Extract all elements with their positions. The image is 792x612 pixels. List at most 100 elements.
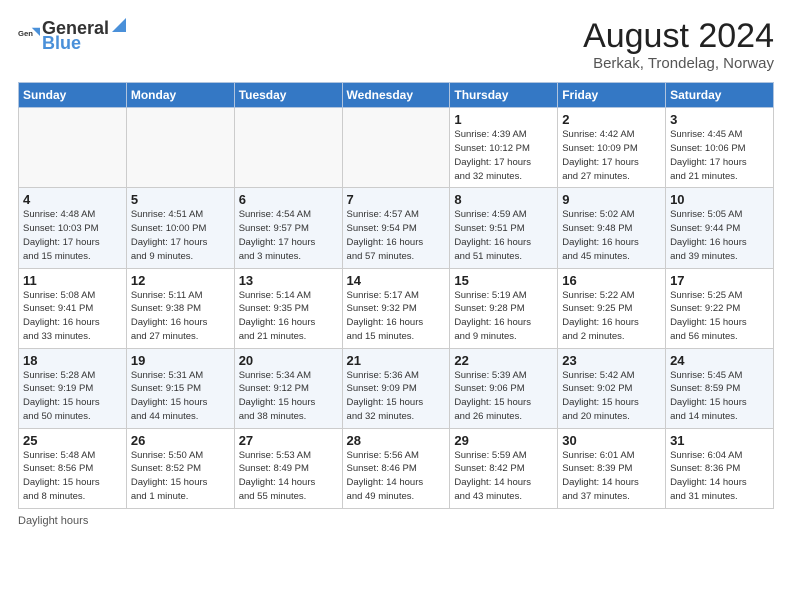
subtitle: Berkak, Trondelag, Norway	[583, 55, 774, 72]
day-cell: 28Sunrise: 5:56 AMSunset: 8:46 PMDayligh…	[342, 428, 450, 508]
logo: Gen General Blue	[18, 18, 128, 54]
day-cell: 27Sunrise: 5:53 AMSunset: 8:49 PMDayligh…	[234, 428, 342, 508]
day-cell: 10Sunrise: 5:05 AMSunset: 9:44 PMDayligh…	[666, 188, 774, 268]
day-number: 14	[347, 273, 446, 288]
day-info: Sunrise: 5:22 AMSunset: 9:25 PMDaylight:…	[562, 289, 661, 344]
day-cell: 13Sunrise: 5:14 AMSunset: 9:35 PMDayligh…	[234, 268, 342, 348]
day-number: 25	[23, 433, 122, 448]
day-cell: 30Sunrise: 6:01 AMSunset: 8:39 PMDayligh…	[558, 428, 666, 508]
main-title: August 2024	[583, 18, 774, 55]
day-info: Sunrise: 4:39 AMSunset: 10:12 PMDaylight…	[454, 128, 553, 183]
day-cell	[126, 108, 234, 188]
day-number: 7	[347, 192, 446, 207]
day-info: Sunrise: 4:57 AMSunset: 9:54 PMDaylight:…	[347, 208, 446, 263]
day-info: Sunrise: 5:02 AMSunset: 9:48 PMDaylight:…	[562, 208, 661, 263]
page: Gen General Blue August 2024 Berkak, Tro…	[0, 0, 792, 539]
day-cell: 3Sunrise: 4:45 AMSunset: 10:06 PMDayligh…	[666, 108, 774, 188]
day-number: 16	[562, 273, 661, 288]
day-cell: 15Sunrise: 5:19 AMSunset: 9:28 PMDayligh…	[450, 268, 558, 348]
day-info: Sunrise: 5:25 AMSunset: 9:22 PMDaylight:…	[670, 289, 769, 344]
day-number: 30	[562, 433, 661, 448]
day-info: Sunrise: 5:08 AMSunset: 9:41 PMDaylight:…	[23, 289, 122, 344]
day-cell	[19, 108, 127, 188]
day-number: 22	[454, 353, 553, 368]
day-cell	[342, 108, 450, 188]
week-row-3: 11Sunrise: 5:08 AMSunset: 9:41 PMDayligh…	[19, 268, 774, 348]
day-cell: 2Sunrise: 4:42 AMSunset: 10:09 PMDayligh…	[558, 108, 666, 188]
day-info: Sunrise: 5:14 AMSunset: 9:35 PMDaylight:…	[239, 289, 338, 344]
title-block: August 2024 Berkak, Trondelag, Norway	[583, 18, 774, 72]
day-info: Sunrise: 5:19 AMSunset: 9:28 PMDaylight:…	[454, 289, 553, 344]
day-number: 2	[562, 112, 661, 127]
day-number: 29	[454, 433, 553, 448]
logo-triangle	[110, 16, 128, 34]
day-cell: 29Sunrise: 5:59 AMSunset: 8:42 PMDayligh…	[450, 428, 558, 508]
day-info: Sunrise: 5:36 AMSunset: 9:09 PMDaylight:…	[347, 369, 446, 424]
week-row-4: 18Sunrise: 5:28 AMSunset: 9:19 PMDayligh…	[19, 348, 774, 428]
day-number: 10	[670, 192, 769, 207]
day-number: 31	[670, 433, 769, 448]
day-cell: 16Sunrise: 5:22 AMSunset: 9:25 PMDayligh…	[558, 268, 666, 348]
header-row: SundayMondayTuesdayWednesdayThursdayFrid…	[19, 83, 774, 108]
day-info: Sunrise: 5:59 AMSunset: 8:42 PMDaylight:…	[454, 449, 553, 504]
day-info: Sunrise: 4:45 AMSunset: 10:06 PMDaylight…	[670, 128, 769, 183]
day-cell: 23Sunrise: 5:42 AMSunset: 9:02 PMDayligh…	[558, 348, 666, 428]
day-info: Sunrise: 4:51 AMSunset: 10:00 PMDaylight…	[131, 208, 230, 263]
day-cell: 14Sunrise: 5:17 AMSunset: 9:32 PMDayligh…	[342, 268, 450, 348]
day-cell: 1Sunrise: 4:39 AMSunset: 10:12 PMDayligh…	[450, 108, 558, 188]
day-cell: 25Sunrise: 5:48 AMSunset: 8:56 PMDayligh…	[19, 428, 127, 508]
col-header-monday: Monday	[126, 83, 234, 108]
day-cell: 5Sunrise: 4:51 AMSunset: 10:00 PMDayligh…	[126, 188, 234, 268]
day-info: Sunrise: 4:59 AMSunset: 9:51 PMDaylight:…	[454, 208, 553, 263]
day-cell: 24Sunrise: 5:45 AMSunset: 8:59 PMDayligh…	[666, 348, 774, 428]
day-info: Sunrise: 5:34 AMSunset: 9:12 PMDaylight:…	[239, 369, 338, 424]
day-cell: 11Sunrise: 5:08 AMSunset: 9:41 PMDayligh…	[19, 268, 127, 348]
col-header-wednesday: Wednesday	[342, 83, 450, 108]
day-number: 19	[131, 353, 230, 368]
day-info: Sunrise: 4:42 AMSunset: 10:09 PMDaylight…	[562, 128, 661, 183]
day-cell: 9Sunrise: 5:02 AMSunset: 9:48 PMDaylight…	[558, 188, 666, 268]
day-number: 11	[23, 273, 122, 288]
day-number: 20	[239, 353, 338, 368]
day-info: Sunrise: 5:11 AMSunset: 9:38 PMDaylight:…	[131, 289, 230, 344]
day-cell: 19Sunrise: 5:31 AMSunset: 9:15 PMDayligh…	[126, 348, 234, 428]
day-cell: 17Sunrise: 5:25 AMSunset: 9:22 PMDayligh…	[666, 268, 774, 348]
col-header-saturday: Saturday	[666, 83, 774, 108]
day-info: Sunrise: 6:01 AMSunset: 8:39 PMDaylight:…	[562, 449, 661, 504]
footer-note: Daylight hours	[18, 515, 774, 527]
day-number: 9	[562, 192, 661, 207]
day-info: Sunrise: 5:31 AMSunset: 9:15 PMDaylight:…	[131, 369, 230, 424]
day-info: Sunrise: 5:45 AMSunset: 8:59 PMDaylight:…	[670, 369, 769, 424]
day-number: 15	[454, 273, 553, 288]
day-info: Sunrise: 5:48 AMSunset: 8:56 PMDaylight:…	[23, 449, 122, 504]
day-cell	[234, 108, 342, 188]
day-number: 8	[454, 192, 553, 207]
svg-text:Gen: Gen	[18, 29, 33, 38]
day-cell: 12Sunrise: 5:11 AMSunset: 9:38 PMDayligh…	[126, 268, 234, 348]
day-number: 28	[347, 433, 446, 448]
day-cell: 8Sunrise: 4:59 AMSunset: 9:51 PMDaylight…	[450, 188, 558, 268]
day-info: Sunrise: 5:42 AMSunset: 9:02 PMDaylight:…	[562, 369, 661, 424]
week-row-5: 25Sunrise: 5:48 AMSunset: 8:56 PMDayligh…	[19, 428, 774, 508]
day-number: 27	[239, 433, 338, 448]
day-number: 12	[131, 273, 230, 288]
day-number: 6	[239, 192, 338, 207]
day-number: 23	[562, 353, 661, 368]
col-header-thursday: Thursday	[450, 83, 558, 108]
day-number: 3	[670, 112, 769, 127]
day-info: Sunrise: 5:53 AMSunset: 8:49 PMDaylight:…	[239, 449, 338, 504]
day-info: Sunrise: 5:50 AMSunset: 8:52 PMDaylight:…	[131, 449, 230, 504]
day-info: Sunrise: 4:48 AMSunset: 10:03 PMDaylight…	[23, 208, 122, 263]
logo-icon: Gen	[18, 25, 40, 47]
day-info: Sunrise: 5:28 AMSunset: 9:19 PMDaylight:…	[23, 369, 122, 424]
day-number: 5	[131, 192, 230, 207]
day-cell: 20Sunrise: 5:34 AMSunset: 9:12 PMDayligh…	[234, 348, 342, 428]
day-number: 24	[670, 353, 769, 368]
week-row-1: 1Sunrise: 4:39 AMSunset: 10:12 PMDayligh…	[19, 108, 774, 188]
day-cell: 21Sunrise: 5:36 AMSunset: 9:09 PMDayligh…	[342, 348, 450, 428]
day-number: 21	[347, 353, 446, 368]
day-info: Sunrise: 5:56 AMSunset: 8:46 PMDaylight:…	[347, 449, 446, 504]
day-number: 17	[670, 273, 769, 288]
day-number: 1	[454, 112, 553, 127]
day-number: 18	[23, 353, 122, 368]
